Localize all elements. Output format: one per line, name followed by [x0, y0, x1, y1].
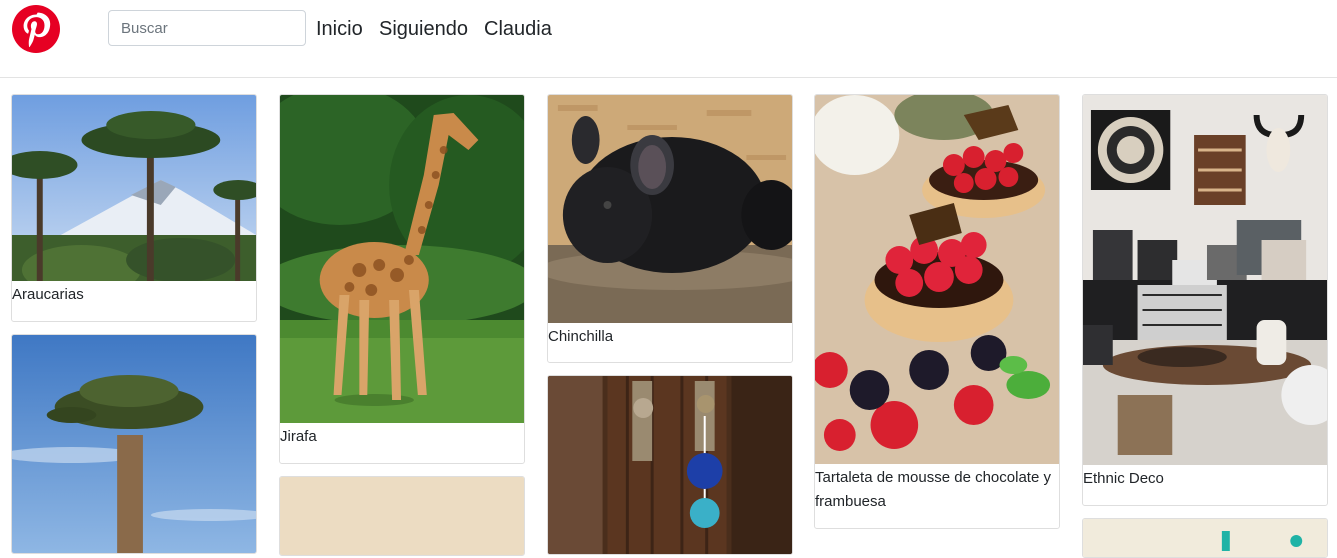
pin-card[interactable]: Tartaleta de mousse de chocolate y framb…: [814, 94, 1060, 529]
pin-caption: Ethnic Deco: [1083, 470, 1164, 487]
pin-card[interactable]: [11, 334, 257, 554]
pin-card[interactable]: [547, 375, 793, 555]
pin-image[interactable]: [815, 95, 1059, 464]
pin-card[interactable]: Ethnic Deco: [1082, 94, 1328, 506]
pin-caption: Jirafa: [280, 428, 317, 445]
search-input[interactable]: [108, 10, 306, 46]
pinterest-logo-icon[interactable]: [12, 5, 60, 53]
top-navbar: Inicio Siguiendo Claudia: [0, 0, 1337, 78]
pin-caption: Araucarias: [12, 286, 84, 303]
pin-image[interactable]: [280, 95, 524, 423]
pin-image[interactable]: [12, 335, 256, 553]
pin-caption: Chinchilla: [548, 328, 614, 345]
pin-card[interactable]: Araucarias: [11, 94, 257, 322]
pin-card[interactable]: Jirafa: [279, 94, 525, 464]
pin-image[interactable]: [548, 376, 792, 554]
pin-image[interactable]: [280, 477, 524, 555]
nav-inicio[interactable]: Inicio: [316, 18, 363, 41]
pin-card[interactable]: [1082, 518, 1328, 558]
pin-card[interactable]: Chinchilla: [547, 94, 793, 363]
pin-image[interactable]: [548, 95, 792, 323]
nav-profile-claudia[interactable]: Claudia: [484, 18, 552, 41]
pin-card[interactable]: [279, 476, 525, 556]
pin-image[interactable]: [12, 95, 256, 281]
nav-siguiendo[interactable]: Siguiendo: [379, 18, 468, 41]
pin-caption: Tartaleta de mousse de chocolate y framb…: [815, 469, 1051, 510]
pin-image[interactable]: [1083, 95, 1327, 465]
